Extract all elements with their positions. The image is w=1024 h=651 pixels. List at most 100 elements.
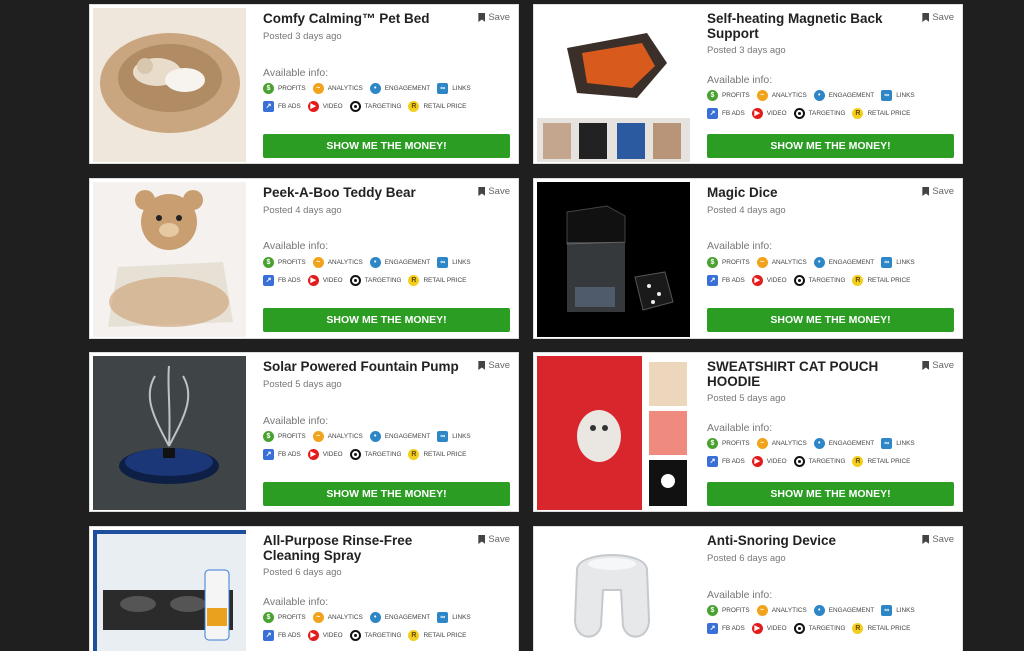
tag-analytics: ~ ANALYTICS <box>756 604 807 616</box>
posted-date: Posted 4 days ago <box>707 205 786 216</box>
retail-price-icon: R <box>852 622 864 634</box>
product-image[interactable] <box>537 182 690 337</box>
product-title[interactable]: Self-heating Magnetic Back Support <box>707 11 917 41</box>
show-me-the-money-button[interactable]: SHOW ME THE MONEY! <box>263 134 510 158</box>
tag-profits: $ PROFITS <box>263 256 306 268</box>
tag-targeting: TARGETING <box>793 622 845 634</box>
product-title[interactable]: Anti-Snoring Device <box>707 533 917 548</box>
tag-targeting: TARGETING <box>349 274 401 286</box>
bookmark-icon <box>922 187 930 196</box>
available-info-tags: $ PROFITS ~ ANALYTICS • ENGAGEMENT ∞ LINKS ↗… <box>263 608 513 644</box>
tag-retail-price: R RETAIL PRICE <box>408 100 466 112</box>
dollar-icon: $ <box>707 604 718 616</box>
show-me-the-money-button[interactable]: SHOW ME THE MONEY! <box>263 308 510 332</box>
target-icon <box>793 455 805 467</box>
retail-price-icon: R <box>408 448 420 460</box>
save-button[interactable]: Save <box>478 360 510 371</box>
chart-icon: ~ <box>756 604 768 616</box>
show-me-the-money-button[interactable]: SHOW ME THE MONEY! <box>263 482 510 506</box>
product-card: Comfy Calming™ Pet Bed Save Posted 3 day… <box>89 4 519 164</box>
save-button[interactable]: Save <box>478 12 510 23</box>
tag-links: ∞ LINKS <box>881 89 915 101</box>
available-info-tags: $ PROFITS ~ ANALYTICS • ENGAGEMENT ∞ LINKS ↗… <box>707 434 957 470</box>
people-icon: • <box>813 604 825 616</box>
save-label: Save <box>932 186 954 197</box>
product-title[interactable]: SWEATSHIRT CAT POUCH HOODIE <box>707 359 917 389</box>
product-image[interactable] <box>93 182 246 337</box>
bookmark-icon <box>478 535 486 544</box>
video-icon: ▶ <box>307 100 319 112</box>
show-me-the-money-button[interactable]: SHOW ME THE MONEY! <box>707 134 954 158</box>
link-icon: ∞ <box>437 611 449 623</box>
product-title[interactable]: Peek-A-Boo Teddy Bear <box>263 185 473 200</box>
chart-icon: ~ <box>756 256 768 268</box>
retail-price-icon: R <box>408 629 420 641</box>
product-card: SWEATSHIRT CAT POUCH HOODIE Save Posted … <box>533 352 963 512</box>
dollar-icon: $ <box>263 82 274 94</box>
tag-retail-price: R RETAIL PRICE <box>852 455 910 467</box>
available-info-label: Available info: <box>707 240 773 252</box>
posted-date: Posted 5 days ago <box>707 393 786 404</box>
save-button[interactable]: Save <box>922 534 954 545</box>
product-image[interactable] <box>537 8 690 162</box>
show-me-the-money-button[interactable]: SHOW ME THE MONEY! <box>707 482 954 506</box>
people-icon: • <box>813 437 825 449</box>
posted-date: Posted 6 days ago <box>707 553 786 564</box>
tag-analytics: ~ ANALYTICS <box>312 82 363 94</box>
fb-ads-icon: ↗ <box>263 448 274 460</box>
product-image[interactable] <box>93 530 246 651</box>
product-image[interactable] <box>93 356 246 510</box>
save-label: Save <box>488 12 510 23</box>
people-icon: • <box>369 82 381 94</box>
tag-fb-ads: ↗ FB ADS <box>263 100 301 112</box>
product-image[interactable] <box>93 8 246 162</box>
product-card: Peek-A-Boo Teddy Bear Save Posted 4 days… <box>89 178 519 339</box>
product-image[interactable] <box>537 530 690 651</box>
product-card: Anti-Snoring Device Save Posted 6 days a… <box>533 526 963 651</box>
video-icon: ▶ <box>751 274 763 286</box>
save-button[interactable]: Save <box>922 360 954 371</box>
tag-profits: $ PROFITS <box>707 89 750 101</box>
product-title[interactable]: All-Purpose Rinse-Free Cleaning Spray <box>263 533 473 563</box>
tag-targeting: TARGETING <box>349 448 401 460</box>
posted-date: Posted 6 days ago <box>263 567 342 578</box>
fb-ads-icon: ↗ <box>707 274 718 286</box>
available-info-label: Available info: <box>263 67 329 79</box>
save-label: Save <box>488 186 510 197</box>
fb-ads-icon: ↗ <box>707 107 718 119</box>
target-icon <box>793 622 805 634</box>
link-icon: ∞ <box>437 430 449 442</box>
tag-analytics: ~ ANALYTICS <box>756 256 807 268</box>
tag-analytics: ~ ANALYTICS <box>312 611 363 623</box>
save-button[interactable]: Save <box>922 12 954 23</box>
product-title[interactable]: Solar Powered Fountain Pump <box>263 359 473 374</box>
save-button[interactable]: Save <box>478 534 510 545</box>
product-title[interactable]: Magic Dice <box>707 185 917 200</box>
available-info-tags: $ PROFITS ~ ANALYTICS • ENGAGEMENT ∞ LINKS ↗… <box>263 253 513 289</box>
dollar-icon: $ <box>707 437 718 449</box>
link-icon: ∞ <box>437 256 449 268</box>
target-icon <box>349 274 361 286</box>
available-info-label: Available info: <box>707 74 773 86</box>
posted-date: Posted 3 days ago <box>707 45 786 56</box>
tag-retail-price: R RETAIL PRICE <box>408 448 466 460</box>
product-image[interactable] <box>537 356 690 510</box>
link-icon: ∞ <box>881 89 893 101</box>
tag-retail-price: R RETAIL PRICE <box>408 274 466 286</box>
fb-ads-icon: ↗ <box>263 274 274 286</box>
link-icon: ∞ <box>881 256 893 268</box>
save-button[interactable]: Save <box>478 186 510 197</box>
tag-video: ▶ VIDEO <box>307 100 343 112</box>
link-icon: ∞ <box>881 437 893 449</box>
tag-fb-ads: ↗ FB ADS <box>263 629 301 641</box>
show-me-the-money-button[interactable]: SHOW ME THE MONEY! <box>707 308 954 332</box>
product-title[interactable]: Comfy Calming™ Pet Bed <box>263 11 473 26</box>
product-card: All-Purpose Rinse-Free Cleaning Spray Sa… <box>89 526 519 651</box>
tag-analytics: ~ ANALYTICS <box>756 437 807 449</box>
target-icon <box>349 448 361 460</box>
save-button[interactable]: Save <box>922 186 954 197</box>
tag-fb-ads: ↗ FB ADS <box>263 448 301 460</box>
tag-video: ▶ VIDEO <box>751 274 787 286</box>
product-card: Solar Powered Fountain Pump Save Posted … <box>89 352 519 512</box>
tag-links: ∞ LINKS <box>437 430 471 442</box>
